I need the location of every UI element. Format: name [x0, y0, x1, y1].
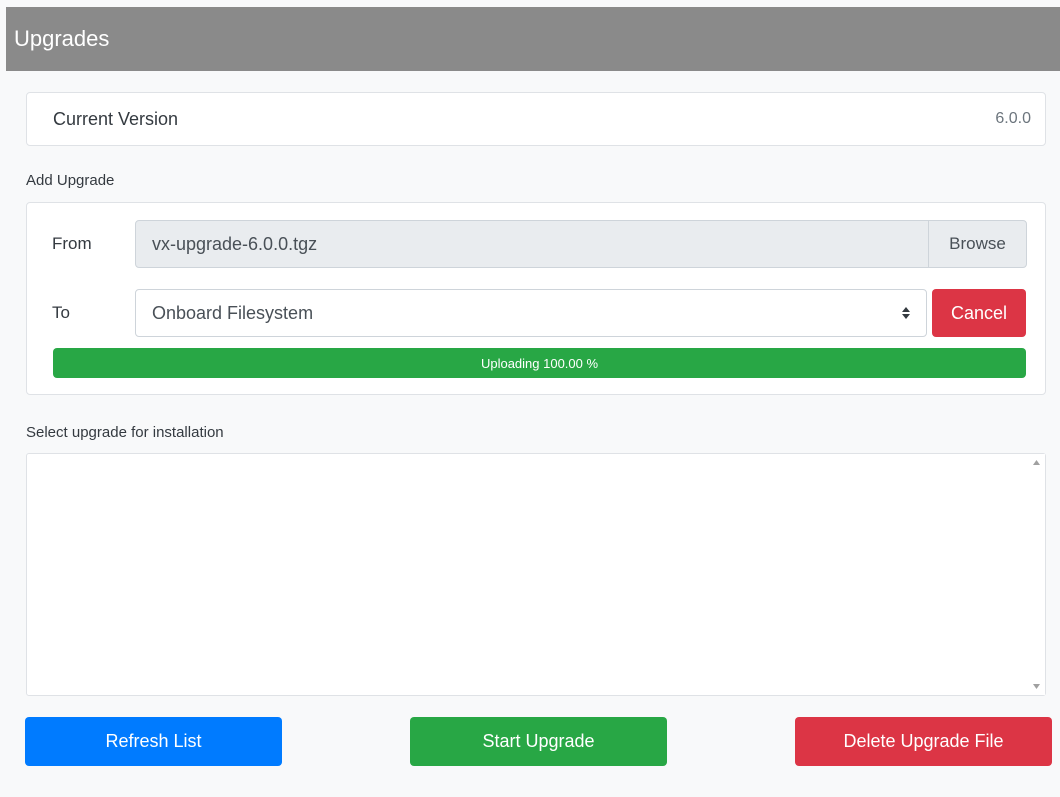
destination-select[interactable]: Onboard Filesystem [135, 289, 927, 337]
select-upgrade-label: Select upgrade for installation [26, 424, 224, 441]
upload-progress-text: Uploading 100.00 % [480, 355, 599, 371]
upload-progress-fill: Uploading 100.00 % [53, 348, 1026, 378]
start-upgrade-button[interactable]: Start Upgrade [410, 717, 667, 766]
add-upgrade-label: Add Upgrade [26, 172, 115, 189]
delete-upgrade-file-button[interactable]: Delete Upgrade File [795, 717, 1052, 766]
file-name-text: vx-upgrade-6.0.0.tgz [152, 233, 318, 254]
page-header: Upgrades [6, 7, 1060, 71]
page-title: Upgrades [14, 26, 110, 51]
current-version-card: Current Version 6.0.0 [26, 92, 1046, 146]
from-label: From [52, 234, 92, 253]
refresh-list-button[interactable]: Refresh List [25, 717, 282, 766]
upgrade-file-input[interactable]: vx-upgrade-6.0.0.tgz Browse [135, 220, 1027, 268]
current-version-label: Current Version [53, 108, 179, 129]
add-upgrade-card: From vx-upgrade-6.0.0.tgz Browse To Onbo… [26, 202, 1046, 395]
to-label: To [52, 303, 70, 322]
select-caret-icon [902, 307, 910, 319]
top-strip [0, 0, 1060, 7]
upgrade-list-scrollbar[interactable] [1028, 454, 1045, 695]
upload-progress-bar: Uploading 100.00 % [53, 348, 1026, 378]
scroll-up-icon[interactable] [1028, 454, 1045, 471]
browse-button[interactable]: Browse [928, 221, 1026, 267]
current-version-value: 6.0.0 [995, 110, 1031, 127]
scroll-down-icon[interactable] [1028, 678, 1045, 695]
cancel-upload-button[interactable]: Cancel [932, 289, 1026, 337]
upgrade-list[interactable] [26, 453, 1046, 696]
destination-selected-value: Onboard Filesystem [152, 302, 314, 323]
upgrades-page: Upgrades Current Version 6.0.0 Add Upgra… [0, 0, 1060, 797]
